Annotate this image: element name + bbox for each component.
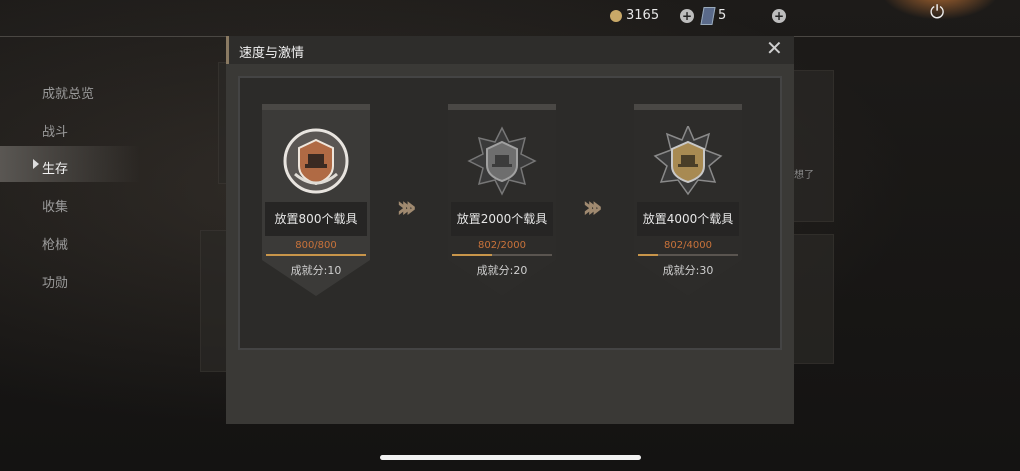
sidebar-item-combat[interactable]: 战斗 [42,121,68,140]
card-count: 5 [718,8,727,23]
progress-bar [638,254,738,256]
progress-text: 802/4000 [664,240,712,251]
task-label: 放置4000个载具 [637,202,739,236]
active-arrow-icon [33,159,39,169]
progress-text: 800/800 [295,240,337,251]
progress-text: 802/2000 [478,240,526,251]
progress-fill [266,254,366,256]
add-cards-plus-icon[interactable]: + [772,9,786,23]
add-coins-plus-icon[interactable]: + [680,9,694,23]
progress-bar [266,254,366,256]
achievement-score: 成就分:20 [476,264,528,277]
gold-coin-icon [610,10,622,22]
power-icon[interactable]: ⏻ [930,2,944,23]
chevron-right-icon: ››› [582,190,603,225]
top-bar: 3165 + 5 + ⏻ [0,0,1020,37]
close-icon[interactable]: ✕ [766,38,783,58]
sidebar-item-survival[interactable]: 生存 [42,158,68,177]
task-label: 放置2000个载具 [451,202,553,236]
card-icon [700,7,716,25]
sidebar-item-collection[interactable]: 收集 [42,196,68,215]
achievement-modal: 速度与激情 ✕ 放置800个载具 800/800 成就分:10 ››› 放置20… [226,36,794,424]
achievement-panel: 放置800个载具 800/800 成就分:10 ››› 放置2000个载具 80… [238,76,782,350]
gold-medal-icon [653,126,723,196]
sidebar-item-merit[interactable]: 功勋 [42,272,68,291]
home-indicator[interactable] [380,455,641,460]
bronze-medal-icon [283,128,349,194]
sidebar-item-firearms[interactable]: 枪械 [42,234,68,253]
task-label: 放置800个载具 [265,202,367,236]
achievement-score: 成就分:10 [290,264,342,277]
chevron-right-icon: ››› [396,190,417,225]
background-text-fragment: 想了 [794,170,814,181]
progress-fill [638,254,659,256]
progress-bar [452,254,552,256]
sidebar-item-overview[interactable]: 成就总览 [42,83,94,102]
modal-title: 速度与激情 [239,46,305,61]
progress-fill [452,254,493,256]
sidebar-active-highlight [0,146,140,182]
silver-medal-icon [467,126,537,196]
coin-count: 3165 [626,8,660,23]
achievement-score: 成就分:30 [662,264,714,277]
modal-header: 速度与激情 [226,36,794,64]
